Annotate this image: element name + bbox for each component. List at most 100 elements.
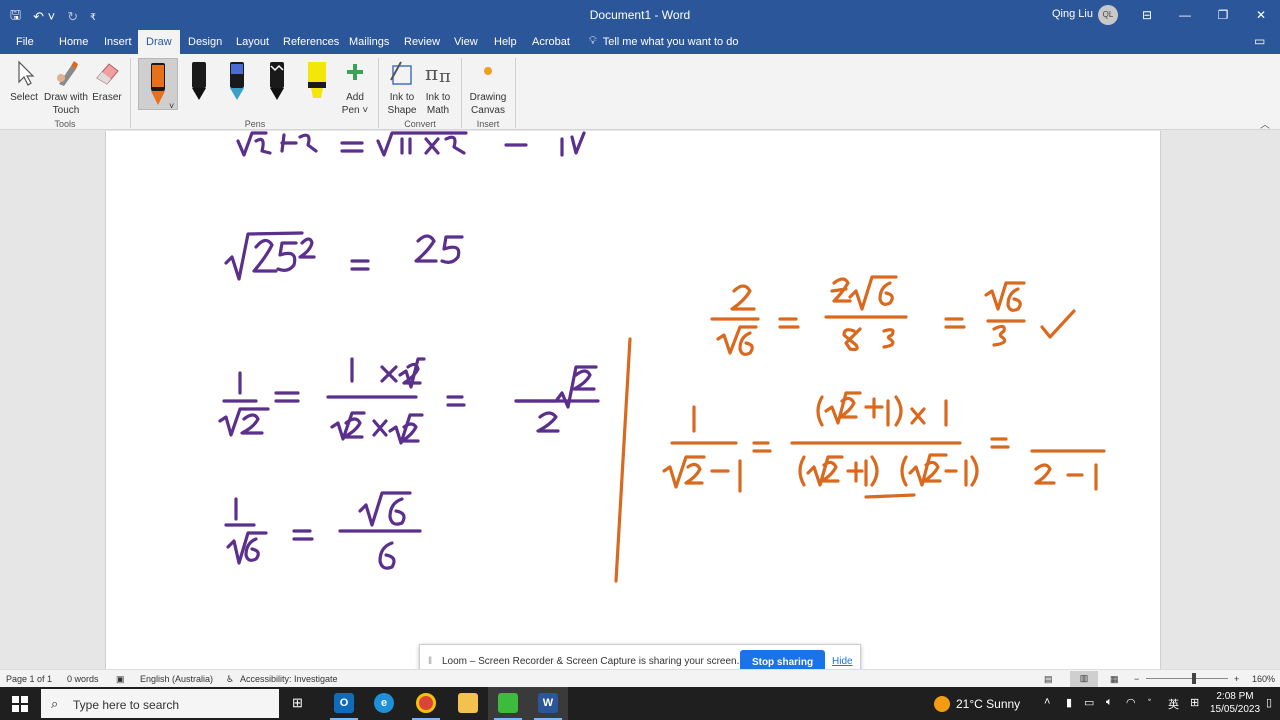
loom-icon[interactable]: [488, 687, 528, 720]
drawing-canvas-button[interactable]: Drawing Canvas: [466, 58, 510, 117]
print-layout-icon[interactable]: ▥: [1070, 671, 1098, 687]
highlighter-yellow[interactable]: [300, 58, 334, 110]
ink-math-label-1: Ink to: [425, 92, 451, 103]
search-placeholder: Type here to search: [73, 698, 180, 712]
web-layout-icon[interactable]: ▦: [1110, 674, 1119, 685]
ink-to-shape-button[interactable]: Ink to Shape: [385, 58, 419, 117]
notifications-icon[interactable]: ▯: [1266, 696, 1272, 709]
collapse-ribbon-icon[interactable]: ︿: [1260, 116, 1270, 131]
select-button[interactable]: Select: [6, 58, 42, 104]
svg-text:π: π: [425, 61, 438, 85]
clock[interactable]: 2:08 PM 15/05/2023: [1210, 690, 1260, 716]
battery-icon[interactable]: ▭: [1084, 696, 1094, 709]
usb-icon[interactable]: ▮: [1066, 696, 1072, 709]
edge-icon[interactable]: e: [364, 687, 404, 720]
chevron-up-icon[interactable]: ˄: [1044, 696, 1050, 708]
ink-drawing[interactable]: [106, 131, 1162, 669]
ink-vertical-divider: [614, 337, 632, 583]
tab-draw[interactable]: Draw: [138, 30, 180, 54]
tab-mailings[interactable]: Mailings: [347, 30, 391, 54]
document-page[interactable]: [105, 131, 1161, 669]
language-indicator[interactable]: ﾞ: [1148, 696, 1154, 712]
tab-view[interactable]: View: [452, 30, 480, 54]
insert-group-label: Insert: [476, 119, 500, 129]
tab-insert[interactable]: Insert: [102, 30, 134, 54]
draw-touch-label-1: Draw with: [44, 92, 88, 103]
user-name[interactable]: Qing Liu: [1052, 8, 1093, 20]
tab-home[interactable]: Home: [57, 30, 90, 54]
hide-link[interactable]: Hide: [832, 656, 853, 667]
task-view-icon[interactable]: ⊞: [280, 687, 320, 720]
galaxy-pen-icon: [230, 62, 244, 100]
add-pen-button[interactable]: Add Pen ˅: [338, 58, 372, 117]
ribbon-display-icon[interactable]: ⊟: [1132, 3, 1162, 27]
clock-date: 15/05/2023: [1210, 704, 1261, 715]
ink-equation-root-six: [224, 491, 422, 570]
search-icon: ⌕: [51, 696, 59, 711]
ribbon-tabs: File Home Insert Draw Design Layout Refe…: [0, 30, 1280, 54]
document-area[interactable]: [0, 131, 1280, 669]
maximize-icon[interactable]: ❐: [1208, 3, 1238, 27]
page-count[interactable]: Page 1 of 1: [6, 674, 52, 684]
drag-handle-icon[interactable]: ‖: [428, 656, 432, 667]
ribbon: Select Draw with Touch Eraser Tools ˅ Ad…: [0, 54, 1280, 131]
ink-shape-label-2: Shape: [387, 105, 417, 116]
pen-black[interactable]: [182, 58, 216, 110]
windows-start-icon[interactable]: [12, 696, 28, 712]
eraser-icon: [96, 63, 119, 85]
volume-icon[interactable]: 🔈︎: [1106, 696, 1113, 709]
tab-design[interactable]: Design: [186, 30, 224, 54]
zoom-out-icon[interactable]: −: [1134, 674, 1139, 684]
eraser-label: Eraser: [92, 92, 122, 103]
word-count[interactable]: 0 words: [67, 674, 99, 684]
ink-equation-rationalise-root-two: [218, 357, 600, 445]
pen-orange[interactable]: ˅: [138, 58, 178, 111]
ime-indicator[interactable]: 英: [1168, 696, 1179, 712]
language[interactable]: English (Australia): [140, 674, 213, 684]
ink-to-math-button[interactable]: ππ Ink to Math: [421, 58, 455, 117]
add-pen-label-2: Pen ˅: [341, 105, 369, 116]
convert-group-label: Convert: [404, 119, 436, 129]
ribbon-divider: [461, 58, 462, 128]
proofing-icon[interactable]: ▣: [116, 674, 125, 685]
zoom-in-icon[interactable]: +: [1234, 674, 1239, 684]
file-explorer-icon[interactable]: [448, 687, 488, 720]
comments-icon[interactable]: ▭: [1254, 34, 1265, 48]
zoom-level[interactable]: 160%: [1252, 674, 1275, 684]
pi-icon: ππ: [425, 61, 451, 87]
tab-review[interactable]: Review: [402, 30, 442, 54]
taskbar-search[interactable]: ⌕ Type here to search: [41, 689, 279, 718]
touch-draw-icon: [57, 61, 78, 86]
eraser-button[interactable]: Eraser: [91, 58, 123, 104]
ink-equation-conjugate: [662, 391, 1106, 499]
minimize-icon[interactable]: —: [1170, 3, 1200, 27]
pen-pattern[interactable]: [260, 58, 294, 110]
ink-equation-two-over-root-six: [710, 275, 1076, 356]
wifi-icon[interactable]: ◠: [1126, 696, 1136, 709]
accessibility-status[interactable]: Accessibility: Investigate: [240, 674, 338, 684]
ink-math-label-2: Math: [426, 105, 450, 116]
accessibility-icon: ♿︎: [226, 674, 235, 684]
outlook-icon[interactable]: O: [324, 687, 364, 720]
zoom-slider-thumb[interactable]: [1192, 673, 1196, 684]
ribbon-divider: [378, 58, 379, 128]
clock-time: 2:08 PM: [1216, 691, 1254, 702]
ribbon-divider: [130, 58, 131, 128]
tab-references[interactable]: References: [281, 30, 341, 54]
weather-widget[interactable]: 21°C Sunny: [934, 696, 1020, 712]
word-icon[interactable]: W: [528, 687, 568, 720]
input-mode-icon[interactable]: ⊞: [1190, 696, 1199, 709]
tab-layout[interactable]: Layout: [234, 30, 271, 54]
tools-group-label: Tools: [54, 119, 76, 129]
tab-acrobat[interactable]: Acrobat: [530, 30, 572, 54]
draw-with-touch-button[interactable]: Draw with Touch: [41, 58, 91, 117]
close-icon[interactable]: ✕: [1246, 3, 1276, 27]
focus-mode-icon[interactable]: ▤: [1044, 674, 1053, 685]
chrome-icon[interactable]: [406, 687, 446, 720]
tell-me-search[interactable]: 💡︎ Tell me what you want to do: [589, 35, 738, 48]
tab-help[interactable]: Help: [492, 30, 519, 54]
tab-file[interactable]: File: [14, 30, 36, 54]
pen-galaxy[interactable]: [220, 58, 254, 110]
avatar[interactable]: QL: [1098, 5, 1118, 25]
zoom-slider-track[interactable]: [1146, 678, 1228, 679]
